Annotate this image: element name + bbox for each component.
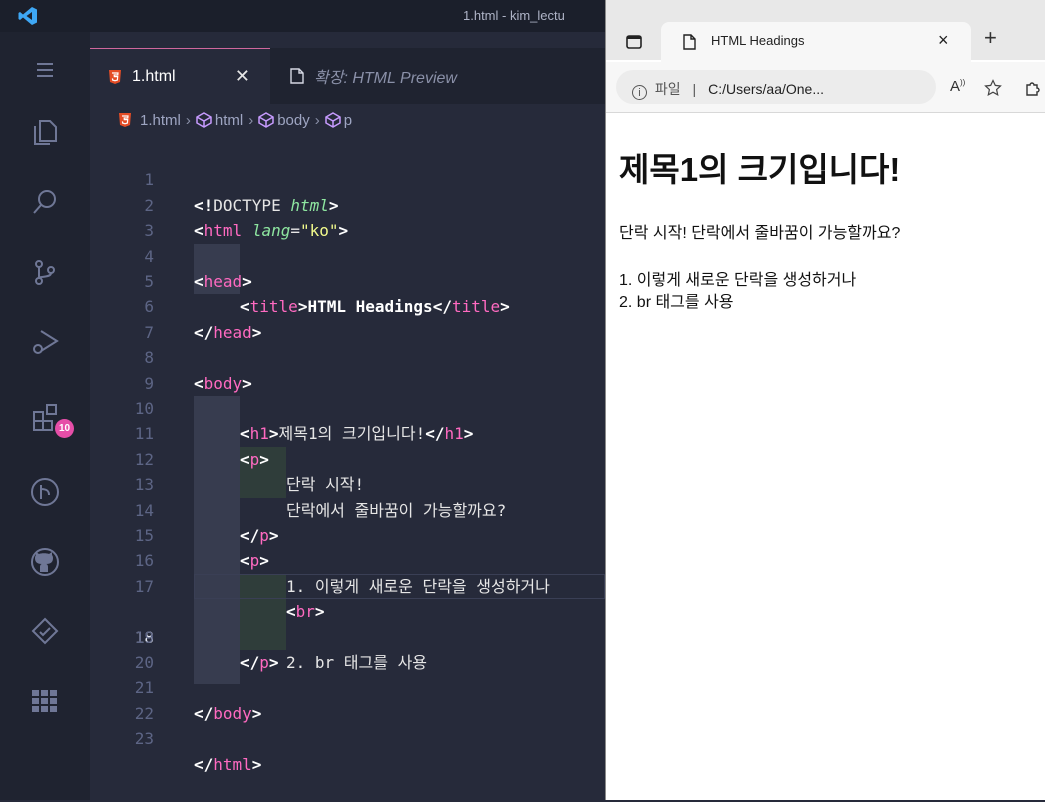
menu-icon[interactable] [0, 45, 90, 95]
read-aloud-icon[interactable]: A)) [950, 78, 965, 95]
code-line: 11 <p> [90, 396, 605, 468]
element-cube-icon [324, 112, 341, 128]
code-text: </html> [194, 754, 262, 774]
code-line: 8 <body> [90, 320, 605, 392]
close-tab-icon[interactable]: ✕ [235, 66, 250, 87]
chevron-right-icon: › [248, 111, 254, 129]
code-line: 10 <h1>제목1의 크기입니다!</h1> [90, 371, 605, 443]
code-line: 6 </head> [90, 269, 605, 341]
chevron-right-icon: › [314, 111, 320, 129]
breadcrumb-body[interactable]: body [277, 112, 310, 129]
code-line: 7 [90, 294, 605, 342]
editor-tab-bar: 1.html ✕ 확장: HTML Preview [90, 48, 605, 104]
page-icon [683, 34, 696, 50]
tab-html-preview[interactable]: 확장: HTML Preview [272, 48, 532, 104]
extensions-badge: 10 [55, 419, 74, 438]
code-line: 4 <head> [90, 218, 605, 291]
current-line-highlight [194, 573, 605, 599]
code-line-current: 18 2. br 태그를 사용 [90, 573, 605, 672]
file-icon [290, 68, 304, 84]
browser-window: HTML Headings × + i 파일 | C:/Users/aa/One… [605, 0, 1045, 800]
breadcrumb-p[interactable]: p [344, 112, 352, 129]
vscode-logo-icon[interactable] [18, 6, 38, 26]
code-line: 14 </p> [90, 472, 605, 545]
code-line: 9 [90, 345, 605, 393]
extensions-puzzle-icon[interactable] [1024, 79, 1042, 97]
title-bar: 1.html - kim_lectu [0, 0, 605, 32]
tab-label: 확장: HTML Preview [314, 70, 457, 87]
paragraph-2-line-2: 2. br 태그를 사용 [619, 294, 734, 311]
extensions-icon[interactable]: 10 [0, 392, 90, 442]
remote-icon[interactable] [0, 607, 90, 657]
code-line: 17 <br> [90, 548, 605, 621]
browser-tab-strip: HTML Headings × + [606, 0, 1045, 62]
element-cube-icon [196, 112, 212, 128]
explorer-icon[interactable] [0, 107, 90, 157]
favorite-star-icon[interactable] [984, 79, 1002, 97]
code-line: 15 <p> [90, 498, 605, 570]
paragraph-1: 단락 시작! 단락에서 줄바꿈이 가능할까요? [619, 225, 901, 242]
html5-icon [108, 69, 122, 85]
address-divider: | [692, 81, 697, 97]
apps-grid-icon[interactable] [0, 677, 90, 727]
rendered-page: 제목1의 크기입니다! 단락 시작! 단락에서 줄바꿈이 가능할까요? 1. 이… [606, 113, 1045, 800]
github-icon[interactable] [0, 537, 90, 587]
code-line: 13 단락에서 줄바꿈이 가능할까요? [90, 447, 605, 519]
source-control-icon[interactable] [0, 247, 90, 297]
code-line: 22 [90, 675, 605, 723]
element-cube-icon [258, 112, 274, 128]
run-debug-icon[interactable] [0, 317, 90, 367]
vscode-window: 1.html - kim_lectu 10 1.html ✕ 확장: HTML … [0, 0, 605, 800]
code-line: 12 단락 시작! [90, 421, 605, 494]
address-text: i 파일 | C:/Users/aa/One... [632, 79, 824, 100]
window-title: 1.html - kim_lectu [463, 8, 565, 23]
breadcrumb-html[interactable]: html [215, 112, 243, 129]
breadcrumb: 1.html › html › body › p [118, 110, 352, 130]
code-line: 3 [90, 193, 605, 240]
breadcrumb-file[interactable]: 1.html [140, 112, 181, 129]
browser-toolbar: i 파일 | C:/Users/aa/One... A)) [606, 62, 1045, 113]
git-graph-icon[interactable] [0, 467, 90, 517]
tab-actions-icon[interactable] [626, 35, 642, 49]
close-tab-icon[interactable]: × [938, 30, 949, 51]
paragraph-2-line-1: 1. 이렇게 새로운 단락을 생성하거나 [619, 272, 857, 289]
code-line: 20 [90, 625, 605, 672]
info-icon[interactable]: i [632, 85, 647, 100]
code-line: 5 <title>HTML Headings</title> [90, 244, 605, 316]
code-line: 21 </body> [90, 650, 605, 722]
tab-label: 1.html [132, 67, 176, 85]
tab-1-html[interactable]: 1.html ✕ [90, 48, 270, 104]
browser-tab-title: HTML Headings [711, 33, 805, 48]
code-line: 2 <html lang="ko"> [90, 167, 605, 240]
code-line: 23 </html> [90, 701, 605, 773]
address-bar[interactable]: i 파일 | C:/Users/aa/One... [616, 70, 936, 104]
url-text: C:/Users/aa/One... [708, 81, 825, 97]
page-heading: 제목1의 크기입니다! [619, 151, 901, 188]
html5-icon [118, 112, 132, 128]
search-icon[interactable] [0, 177, 90, 227]
new-tab-button[interactable]: + [984, 25, 997, 51]
code-line: 1 <!DOCTYPE html> [90, 142, 605, 214]
code-line: 19 </p> [90, 599, 605, 672]
line-number: 23 [134, 729, 154, 749]
chevron-right-icon: › [185, 111, 191, 129]
activity-bar: 10 [0, 32, 90, 800]
browser-tab[interactable]: HTML Headings × [661, 22, 971, 62]
site-info-label: 파일 [654, 81, 681, 97]
code-line: 16 1. 이렇게 새로운 단락을 생성하거나 [90, 523, 605, 595]
code-editor[interactable]: 1 <!DOCTYPE html> 2 <html lang="ko"> 3 4… [90, 142, 605, 800]
